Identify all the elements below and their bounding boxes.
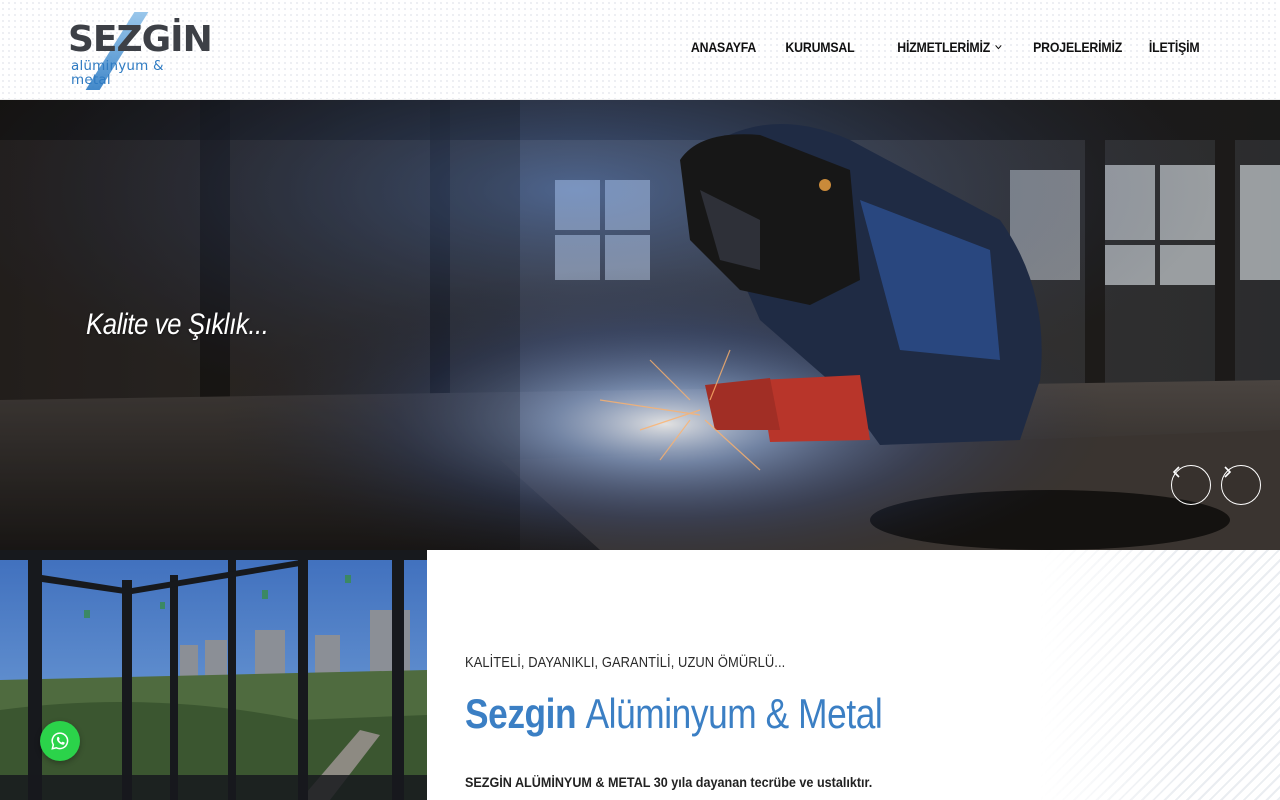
about-title-light: Alüminyum & Metal [585, 690, 883, 737]
whatsapp-icon [51, 732, 69, 750]
about-text: SEZGİN ALÜMİNYUM & METAL 30 yıla dayanan… [465, 774, 873, 790]
about-kicker: KALİTELİ, DAYANIKLI, GARANTİLİ, UZUN ÖMÜ… [465, 654, 786, 671]
nav-item-projelerimiz[interactable]: PROJELERİMİZ [1034, 36, 1123, 58]
logo-name: SEZGİN [68, 19, 213, 60]
nav-item-kurumsal[interactable]: KURUMSAL [786, 36, 855, 58]
logo-tagline: alüminyum & metal [71, 58, 164, 88]
hero-caption: Kalite ve Şıklık... [86, 308, 269, 341]
site-header: SEZGİN alüminyum & metal ANASAYFA KURUMS… [0, 0, 1280, 100]
main-nav: ANASAYFA KURUMSAL HİZMETLERİMİZ PROJELER… [662, 36, 1200, 58]
chevron-right-icon [1224, 466, 1232, 478]
decorative-diagonal-pattern [1040, 550, 1280, 800]
about-balcony-photo [0, 550, 427, 800]
about-title-strong: Sezgin [465, 690, 577, 737]
hero-slider: Kalite ve Şıklık... [0, 100, 1280, 550]
logo[interactable]: SEZGİN alüminyum & metal [68, 12, 213, 90]
whatsapp-button[interactable] [40, 721, 80, 761]
balcony-photo-image [0, 550, 427, 800]
nav-item-label: HİZMETLERİMİZ [897, 39, 990, 55]
nav-item-anasayfa[interactable]: ANASAYFA [691, 36, 756, 58]
chevron-down-icon [994, 45, 1002, 50]
about-title: Sezgin Alüminyum & Metal [465, 690, 883, 738]
nav-item-iletisim[interactable]: İLETİŞİM [1149, 36, 1200, 58]
nav-item-hizmetlerimiz[interactable]: HİZMETLERİMİZ [897, 36, 1002, 58]
about-section: KALİTELİ, DAYANIKLI, GARANTİLİ, UZUN ÖMÜ… [0, 550, 1280, 800]
chevron-left-icon [1172, 466, 1180, 478]
slider-next-button[interactable] [1221, 465, 1261, 505]
slider-prev-button[interactable] [1171, 465, 1211, 505]
